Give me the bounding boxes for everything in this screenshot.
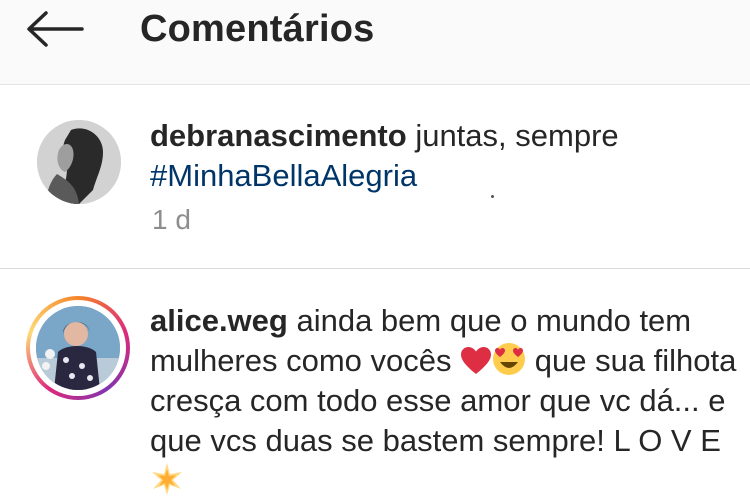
avatar-photo (37, 120, 121, 204)
glowing-star-icon (152, 463, 182, 495)
heart-eyes-icon (493, 343, 526, 375)
post-caption: debranascimento juntas, sempre #MinhaBell… (0, 85, 750, 269)
top-bar: Comentários (0, 0, 750, 85)
caption-text: debranascimento juntas, sempre #MinhaBell… (150, 116, 710, 196)
caption-timestamp: 1 d (152, 204, 191, 235)
back-button[interactable] (24, 10, 86, 48)
caption-username[interactable]: debranascimento (150, 118, 407, 153)
comment-username[interactable]: alice.weg (150, 303, 288, 338)
caption-body: juntas, sempre (406, 118, 619, 153)
comment-item: alice.weg ainda bem que o mundo tem mulh… (0, 269, 750, 500)
arrow-left-icon (27, 11, 84, 47)
avatar (36, 306, 120, 390)
comment-text: alice.weg ainda bem que o mundo tem mulh… (150, 301, 740, 501)
page-title: Comentários (140, 8, 375, 50)
story-ring[interactable] (26, 296, 130, 400)
avatar-photo (36, 306, 120, 390)
caption-hashtag[interactable]: #MinhaBellaAlegria (150, 158, 417, 193)
stray-dot (491, 195, 494, 198)
avatar[interactable] (37, 120, 121, 204)
red-heart-icon (461, 347, 492, 374)
